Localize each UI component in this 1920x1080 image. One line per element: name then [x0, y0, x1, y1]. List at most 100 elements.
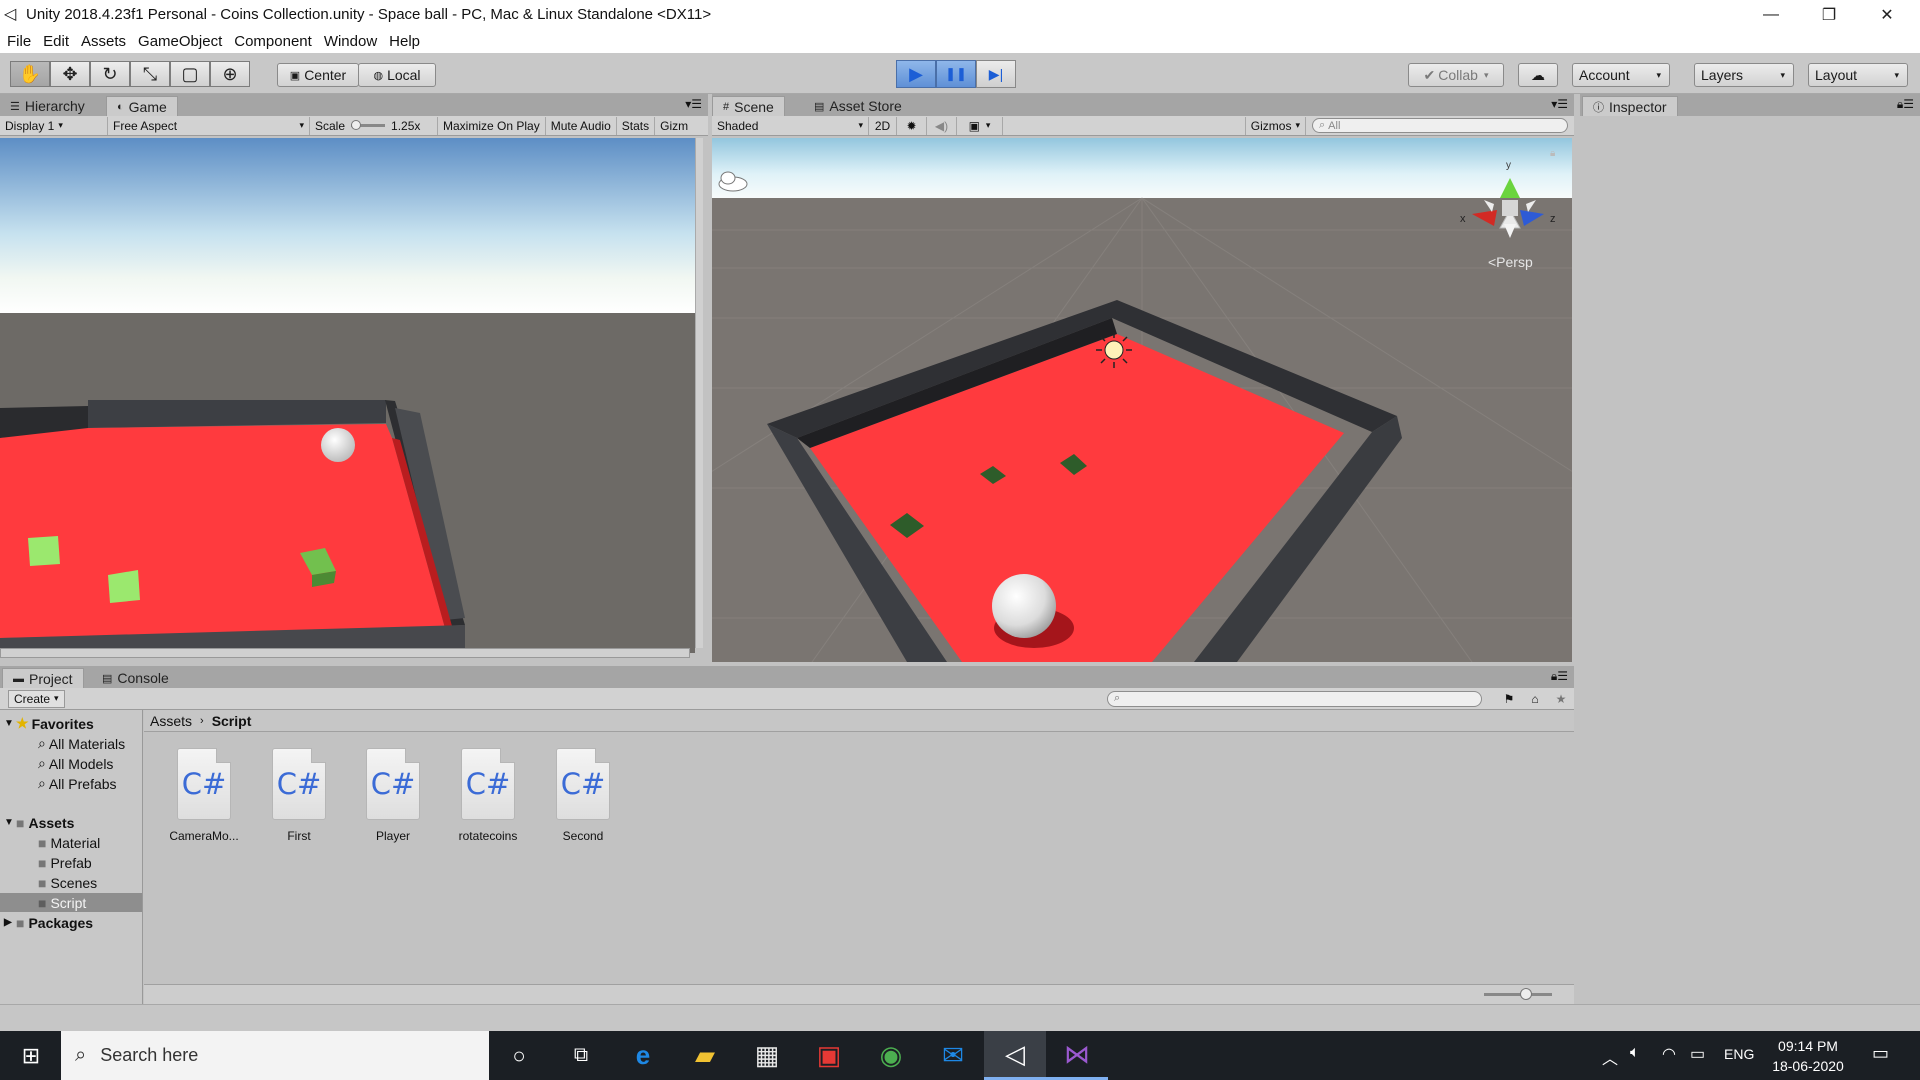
tree-folder-prefab[interactable]: ■ Prefab [38, 853, 92, 872]
visual-studio-button[interactable]: ⋈ [1046, 1031, 1108, 1080]
mute-audio-toggle[interactable]: Mute Audio [546, 116, 617, 135]
audio-toggle[interactable]: ◀) [927, 116, 957, 135]
chrome-button[interactable]: ◉ [860, 1031, 922, 1080]
effects-dropdown[interactable]: ▣ ▾ [957, 116, 1003, 135]
account-dropdown[interactable]: Account ▾ [1572, 63, 1670, 87]
menu-help[interactable]: Help [383, 33, 426, 50]
rect-tool-button[interactable]: ▢ [170, 61, 210, 87]
layout-dropdown[interactable]: Layout ▾ [1808, 63, 1908, 87]
lighting-toggle[interactable]: ✹ [897, 116, 927, 135]
panel-menu-icon[interactable]: 🔒︎☰ [1551, 669, 1568, 684]
stats-toggle[interactable]: Stats [617, 116, 656, 135]
tree-favorites[interactable]: ▼ ★ Favorites [0, 714, 94, 733]
asset-file[interactable]: C# Player [348, 748, 438, 843]
favorite-star-icon[interactable]: ★ [1548, 692, 1574, 706]
panel-menu-icon[interactable]: ▾☰ [1551, 97, 1568, 111]
menu-file[interactable]: File [1, 33, 37, 50]
tree-fav-all-models[interactable]: ⌕ All Models [38, 754, 113, 773]
volume-icon[interactable]: 🔈︎ [1630, 1044, 1640, 1062]
display-dropdown[interactable]: Display 1 [0, 116, 108, 135]
collab-dropdown[interactable]: ✔ Collab ▾ [1408, 63, 1504, 87]
tab-console[interactable]: ▤ Console [92, 668, 179, 688]
edge-button[interactable]: e [612, 1031, 674, 1080]
tab-game[interactable]: ◐ Game [106, 96, 178, 116]
expand-icon[interactable]: ▼ [4, 718, 16, 729]
file-explorer-button[interactable]: ▰ [674, 1031, 736, 1080]
taskbar-search[interactable]: ⌕ Search here [61, 1031, 489, 1080]
collapse-icon[interactable]: ▶ [4, 917, 16, 928]
aspect-dropdown[interactable]: Free Aspect [108, 116, 310, 135]
menu-edit[interactable]: Edit [37, 33, 75, 50]
asset-file[interactable]: C# rotatecoins [443, 748, 533, 843]
language-indicator[interactable]: ENG [1724, 1046, 1754, 1062]
panel-menu-icon[interactable]: 🔒︎☰ [1897, 97, 1914, 112]
scale-slider[interactable]: Scale 1.25x [310, 116, 438, 135]
2d-toggle[interactable]: 2D [869, 116, 897, 135]
filter-label-icon[interactable]: ⌂ [1522, 692, 1548, 706]
tab-scene[interactable]: # Scene [712, 96, 785, 116]
notification-icon[interactable]: ▭ [1872, 1043, 1889, 1064]
pivot-local-toggle[interactable]: ◍ Local [358, 63, 436, 87]
shading-dropdown[interactable]: Shaded [712, 116, 869, 135]
scene-view[interactable]: y x z <Persp 🔒︎ [712, 138, 1572, 662]
play-button[interactable]: ▶ [896, 60, 936, 88]
hand-tool-button[interactable]: ✋ [10, 61, 50, 87]
start-button[interactable]: ⊞ [0, 1031, 62, 1080]
maximize-button[interactable]: ❐ [1800, 0, 1858, 29]
menu-assets[interactable]: Assets [75, 33, 132, 50]
scene-search-input[interactable]: ⌕ All [1312, 118, 1568, 133]
mail-button[interactable]: ✉ [922, 1031, 984, 1080]
gizmos-toggle[interactable]: Gizm [655, 117, 693, 135]
projection-toggle[interactable]: <Persp [1488, 254, 1533, 270]
clock[interactable]: 09:14 PM 18-06-2020 [1766, 1036, 1850, 1076]
breadcrumb-script[interactable]: Script [212, 713, 252, 729]
icon-size-handle[interactable] [1520, 988, 1532, 1000]
asset-file[interactable]: C# CameraMo... [159, 748, 249, 843]
pause-button[interactable]: ❚❚ [936, 60, 976, 88]
game-vscrollbar[interactable] [695, 138, 703, 648]
step-button[interactable]: ▶| [976, 60, 1016, 88]
menu-component[interactable]: Component [228, 33, 318, 50]
gift-app-button[interactable]: ▣ [798, 1031, 860, 1080]
game-view[interactable] [0, 138, 695, 653]
scale-tool-button[interactable]: ⤡ [130, 61, 170, 87]
minimize-button[interactable]: — [1742, 0, 1800, 29]
tree-folder-scenes[interactable]: ■ Scenes [38, 873, 97, 892]
cloud-button[interactable]: ☁ [1518, 63, 1558, 87]
breadcrumb-assets[interactable]: Assets [150, 713, 192, 729]
filter-type-icon[interactable]: ⚑ [1496, 692, 1522, 706]
transform-tool-button[interactable]: ⊕ [210, 61, 250, 87]
maximize-on-play-toggle[interactable]: Maximize On Play [438, 116, 546, 135]
tree-packages[interactable]: ▶ ■ Packages [0, 913, 93, 932]
tree-folder-script[interactable]: ■ Script [0, 893, 142, 912]
store-button[interactable]: ▦ [736, 1031, 798, 1080]
tree-fav-all-materials[interactable]: ⌕ All Materials [38, 734, 125, 753]
asset-file[interactable]: C# First [254, 748, 344, 843]
panel-menu-icon[interactable]: ▾☰ [685, 97, 702, 111]
task-view-button[interactable]: ⧉ [550, 1031, 612, 1080]
tree-assets[interactable]: ▼ ■ Assets [0, 813, 74, 832]
tray-expand-icon[interactable]: ︿ [1602, 1045, 1618, 1069]
menu-window[interactable]: Window [318, 33, 383, 50]
tree-fav-all-prefabs[interactable]: ⌕ All Prefabs [38, 774, 117, 793]
lock-icon[interactable]: 🔒︎ [1550, 148, 1555, 159]
network-icon[interactable]: ◠ [1662, 1044, 1676, 1064]
layers-dropdown[interactable]: Layers ▾ [1694, 63, 1794, 87]
battery-icon[interactable]: ▭ [1690, 1044, 1705, 1064]
cortana-button[interactable]: ○ [488, 1031, 550, 1080]
tab-asset-store[interactable]: ▤ Asset Store [804, 96, 912, 116]
rotate-tool-button[interactable]: ↻ [90, 61, 130, 87]
create-dropdown[interactable]: Create [8, 689, 65, 708]
unity-taskbar-button[interactable]: ◁ [984, 1031, 1046, 1080]
close-button[interactable]: ✕ [1858, 0, 1916, 29]
tab-hierarchy[interactable]: ☰ Hierarchy [0, 96, 95, 116]
tree-folder-material[interactable]: ■ Material [38, 833, 100, 852]
move-tool-button[interactable]: ✥ [50, 61, 90, 87]
icon-size-slider[interactable] [1484, 993, 1552, 996]
game-hscrollbar[interactable] [0, 648, 690, 658]
expand-icon[interactable]: ▼ [4, 817, 16, 828]
project-search-input[interactable]: ⌕ [1107, 690, 1482, 707]
asset-file[interactable]: C# Second [538, 748, 628, 843]
tab-inspector[interactable]: ⓘ Inspector [1582, 96, 1678, 116]
tab-project[interactable]: ▬ Project [2, 668, 84, 688]
